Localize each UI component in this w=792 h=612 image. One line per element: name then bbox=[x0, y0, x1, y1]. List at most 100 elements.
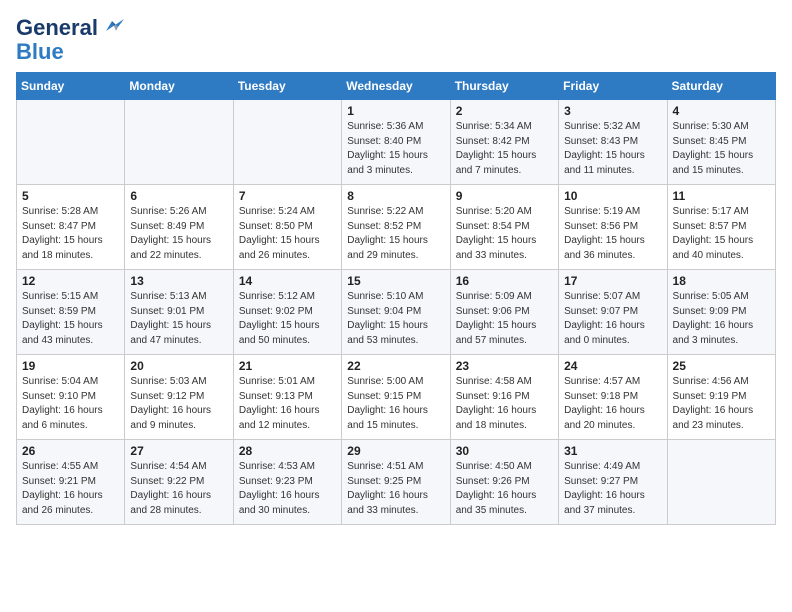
calendar-cell: 2 Sunrise: 5:34 AM Sunset: 8:42 PM Daylig… bbox=[450, 100, 558, 185]
day-number: 13 bbox=[130, 274, 227, 288]
header-monday: Monday bbox=[125, 73, 233, 100]
calendar-cell: 15 Sunrise: 5:10 AM Sunset: 9:04 PM Dayli… bbox=[342, 270, 450, 355]
day-number: 2 bbox=[456, 104, 553, 118]
day-number: 29 bbox=[347, 444, 444, 458]
calendar-week-row: 19Sunrise: 5:04 AM Sunset: 9:10 PM Dayli… bbox=[17, 355, 776, 440]
day-number: 3 bbox=[564, 104, 661, 118]
cell-content: Sunrise: 4:49 AM Sunset: 9:27 PM Dayligh… bbox=[564, 460, 661, 518]
calendar-cell: 23Sunrise: 4:58 AM Sunset: 9:16 PM Dayli… bbox=[450, 355, 558, 440]
header-sunday: Sunday bbox=[17, 73, 125, 100]
header-saturday: Saturday bbox=[667, 73, 775, 100]
calendar-cell: 14 Sunrise: 5:12 AM Sunset: 9:02 PM Dayli… bbox=[233, 270, 341, 355]
day-number: 25 bbox=[673, 359, 770, 373]
calendar-cell: 19Sunrise: 5:04 AM Sunset: 9:10 PM Dayli… bbox=[17, 355, 125, 440]
cell-content: Sunrise: 5:20 AM Sunset: 8:54 PM Dayligh… bbox=[456, 205, 553, 263]
day-number: 16 bbox=[456, 274, 553, 288]
calendar-week-row: 12 Sunrise: 5:15 AM Sunset: 8:59 PM Dayli… bbox=[17, 270, 776, 355]
calendar-cell: 9 Sunrise: 5:20 AM Sunset: 8:54 PM Daylig… bbox=[450, 185, 558, 270]
calendar-cell: 3Sunrise: 5:32 AM Sunset: 8:43 PM Daylig… bbox=[559, 100, 667, 185]
day-number: 19 bbox=[22, 359, 119, 373]
day-number: 14 bbox=[239, 274, 336, 288]
logo-general: General bbox=[16, 16, 98, 40]
cell-content: Sunrise: 5:26 AM Sunset: 8:49 PM Dayligh… bbox=[130, 205, 227, 263]
day-number: 6 bbox=[130, 189, 227, 203]
calendar-week-row: 5 Sunrise: 5:28 AM Sunset: 8:47 PM Daylig… bbox=[17, 185, 776, 270]
cell-content: Sunrise: 5:10 AM Sunset: 9:04 PM Dayligh… bbox=[347, 290, 444, 348]
cell-content: Sunrise: 5:07 AM Sunset: 9:07 PM Dayligh… bbox=[564, 290, 661, 348]
calendar-cell: 31 Sunrise: 4:49 AM Sunset: 9:27 PM Dayli… bbox=[559, 440, 667, 525]
calendar-cell: 5 Sunrise: 5:28 AM Sunset: 8:47 PM Daylig… bbox=[17, 185, 125, 270]
logo-blue-text: Blue bbox=[16, 40, 64, 64]
calendar-cell: 18 Sunrise: 5:05 AM Sunset: 9:09 PM Dayli… bbox=[667, 270, 775, 355]
calendar-cell: 10 Sunrise: 5:19 AM Sunset: 8:56 PM Dayli… bbox=[559, 185, 667, 270]
calendar-cell: 30 Sunrise: 4:50 AM Sunset: 9:26 PM Dayli… bbox=[450, 440, 558, 525]
calendar-cell bbox=[125, 100, 233, 185]
day-number: 22 bbox=[347, 359, 444, 373]
calendar-cell: 26 Sunrise: 4:55 AM Sunset: 9:21 PM Dayli… bbox=[17, 440, 125, 525]
cell-content: Sunrise: 5:05 AM Sunset: 9:09 PM Dayligh… bbox=[673, 290, 770, 348]
day-number: 4 bbox=[673, 104, 770, 118]
page-header: General Blue bbox=[16, 16, 776, 64]
calendar-cell bbox=[667, 440, 775, 525]
cell-content: Sunrise: 5:17 AM Sunset: 8:57 PM Dayligh… bbox=[673, 205, 770, 263]
calendar-cell: 7Sunrise: 5:24 AM Sunset: 8:50 PM Daylig… bbox=[233, 185, 341, 270]
day-number: 30 bbox=[456, 444, 553, 458]
cell-content: Sunrise: 4:50 AM Sunset: 9:26 PM Dayligh… bbox=[456, 460, 553, 518]
cell-content: Sunrise: 5:01 AM Sunset: 9:13 PM Dayligh… bbox=[239, 375, 336, 433]
cell-content: Sunrise: 5:15 AM Sunset: 8:59 PM Dayligh… bbox=[22, 290, 119, 348]
cell-content: Sunrise: 5:30 AM Sunset: 8:45 PM Dayligh… bbox=[673, 120, 770, 178]
day-number: 10 bbox=[564, 189, 661, 203]
day-number: 24 bbox=[564, 359, 661, 373]
calendar-cell: 28Sunrise: 4:53 AM Sunset: 9:23 PM Dayli… bbox=[233, 440, 341, 525]
logo-bird-icon bbox=[102, 17, 124, 35]
header-thursday: Thursday bbox=[450, 73, 558, 100]
day-number: 23 bbox=[456, 359, 553, 373]
calendar-cell: 20 Sunrise: 5:03 AM Sunset: 9:12 PM Dayli… bbox=[125, 355, 233, 440]
day-number: 8 bbox=[347, 189, 444, 203]
cell-content: Sunrise: 4:56 AM Sunset: 9:19 PM Dayligh… bbox=[673, 375, 770, 433]
calendar-week-row: 26 Sunrise: 4:55 AM Sunset: 9:21 PM Dayli… bbox=[17, 440, 776, 525]
cell-content: Sunrise: 5:28 AM Sunset: 8:47 PM Dayligh… bbox=[22, 205, 119, 263]
day-number: 28 bbox=[239, 444, 336, 458]
day-number: 17 bbox=[564, 274, 661, 288]
day-number: 27 bbox=[130, 444, 227, 458]
cell-content: Sunrise: 5:12 AM Sunset: 9:02 PM Dayligh… bbox=[239, 290, 336, 348]
calendar-header-row: SundayMondayTuesdayWednesdayThursdayFrid… bbox=[17, 73, 776, 100]
cell-content: Sunrise: 5:34 AM Sunset: 8:42 PM Dayligh… bbox=[456, 120, 553, 178]
header-wednesday: Wednesday bbox=[342, 73, 450, 100]
calendar-week-row: 1 Sunrise: 5:36 AM Sunset: 8:40 PM Daylig… bbox=[17, 100, 776, 185]
calendar-cell: 6 Sunrise: 5:26 AM Sunset: 8:49 PM Daylig… bbox=[125, 185, 233, 270]
day-number: 20 bbox=[130, 359, 227, 373]
calendar-cell: 8Sunrise: 5:22 AM Sunset: 8:52 PM Daylig… bbox=[342, 185, 450, 270]
cell-content: Sunrise: 5:09 AM Sunset: 9:06 PM Dayligh… bbox=[456, 290, 553, 348]
calendar-cell: 1 Sunrise: 5:36 AM Sunset: 8:40 PM Daylig… bbox=[342, 100, 450, 185]
day-number: 18 bbox=[673, 274, 770, 288]
header-tuesday: Tuesday bbox=[233, 73, 341, 100]
cell-content: Sunrise: 5:03 AM Sunset: 9:12 PM Dayligh… bbox=[130, 375, 227, 433]
cell-content: Sunrise: 4:54 AM Sunset: 9:22 PM Dayligh… bbox=[130, 460, 227, 518]
day-number: 5 bbox=[22, 189, 119, 203]
day-number: 26 bbox=[22, 444, 119, 458]
calendar-cell: 12 Sunrise: 5:15 AM Sunset: 8:59 PM Dayli… bbox=[17, 270, 125, 355]
calendar-cell: 22 Sunrise: 5:00 AM Sunset: 9:15 PM Dayli… bbox=[342, 355, 450, 440]
day-number: 12 bbox=[22, 274, 119, 288]
logo: General Blue bbox=[16, 16, 124, 64]
day-number: 21 bbox=[239, 359, 336, 373]
cell-content: Sunrise: 4:55 AM Sunset: 9:21 PM Dayligh… bbox=[22, 460, 119, 518]
cell-content: Sunrise: 5:19 AM Sunset: 8:56 PM Dayligh… bbox=[564, 205, 661, 263]
day-number: 31 bbox=[564, 444, 661, 458]
calendar-cell: 4 Sunrise: 5:30 AM Sunset: 8:45 PM Daylig… bbox=[667, 100, 775, 185]
cell-content: Sunrise: 5:24 AM Sunset: 8:50 PM Dayligh… bbox=[239, 205, 336, 263]
calendar-cell: 27 Sunrise: 4:54 AM Sunset: 9:22 PM Dayli… bbox=[125, 440, 233, 525]
day-number: 9 bbox=[456, 189, 553, 203]
calendar-cell: 13 Sunrise: 5:13 AM Sunset: 9:01 PM Dayli… bbox=[125, 270, 233, 355]
cell-content: Sunrise: 5:13 AM Sunset: 9:01 PM Dayligh… bbox=[130, 290, 227, 348]
cell-content: Sunrise: 5:36 AM Sunset: 8:40 PM Dayligh… bbox=[347, 120, 444, 178]
cell-content: Sunrise: 5:00 AM Sunset: 9:15 PM Dayligh… bbox=[347, 375, 444, 433]
calendar-cell: 24Sunrise: 4:57 AM Sunset: 9:18 PM Dayli… bbox=[559, 355, 667, 440]
calendar-cell: 25 Sunrise: 4:56 AM Sunset: 9:19 PM Dayli… bbox=[667, 355, 775, 440]
day-number: 11 bbox=[673, 189, 770, 203]
calendar-table: SundayMondayTuesdayWednesdayThursdayFrid… bbox=[16, 72, 776, 525]
day-number: 1 bbox=[347, 104, 444, 118]
day-number: 15 bbox=[347, 274, 444, 288]
